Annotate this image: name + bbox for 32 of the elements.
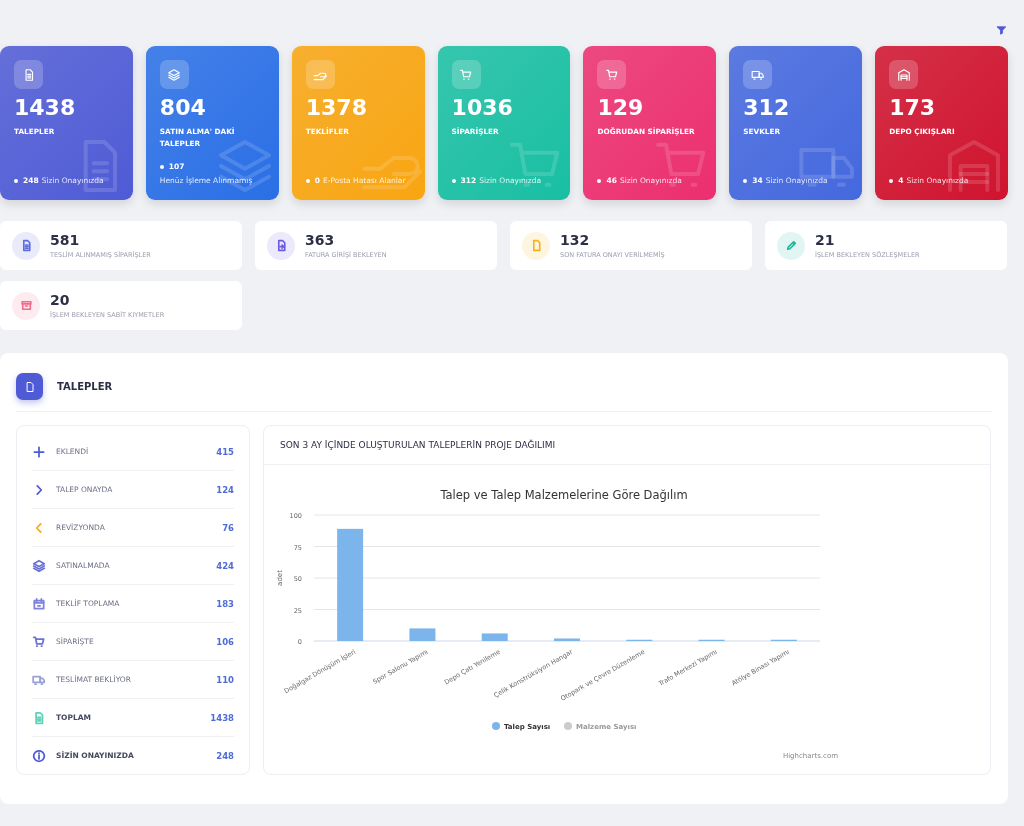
card-value: 1438 xyxy=(14,96,77,121)
panel-title: TALEPLER xyxy=(57,381,113,392)
filter-icon[interactable] xyxy=(996,25,1007,36)
bar[interactable] xyxy=(337,528,364,641)
tile-value: 20 xyxy=(50,292,71,308)
bar[interactable] xyxy=(409,628,436,641)
bullet-dot xyxy=(305,178,310,183)
tile-value: 132 xyxy=(560,232,591,248)
card-value: 173 xyxy=(889,96,937,121)
tile-value: 363 xyxy=(305,232,336,248)
bar[interactable] xyxy=(481,633,508,641)
card-value: 312 xyxy=(743,96,791,121)
bullet-dot xyxy=(159,164,164,169)
card-value: 1378 xyxy=(305,96,368,121)
bullet-dot xyxy=(14,178,18,183)
card-icon xyxy=(896,67,911,82)
bullet-dot xyxy=(451,178,456,183)
tile-value: 21 xyxy=(815,232,836,248)
card-icon xyxy=(459,67,474,82)
card-icon xyxy=(604,67,619,82)
card-value: 804 xyxy=(159,96,207,121)
bar[interactable] xyxy=(554,638,580,641)
bullet-dot xyxy=(889,178,894,183)
document-icon xyxy=(16,373,43,400)
chart-title: Talep ve Talep Malzemelerine Göre Dağılım xyxy=(440,488,688,502)
card-value: 1036 xyxy=(451,96,514,121)
card-icon xyxy=(167,67,182,82)
bullet-dot xyxy=(597,178,602,183)
chart-heading: SON 3 AY İÇİNDE OLUŞTURULAN TALEPLERİN PROJE DAĞILIMI xyxy=(280,440,556,450)
tile-value: 581 xyxy=(50,232,81,248)
bullet-dot xyxy=(743,178,748,183)
card-value: 129 xyxy=(597,96,645,121)
